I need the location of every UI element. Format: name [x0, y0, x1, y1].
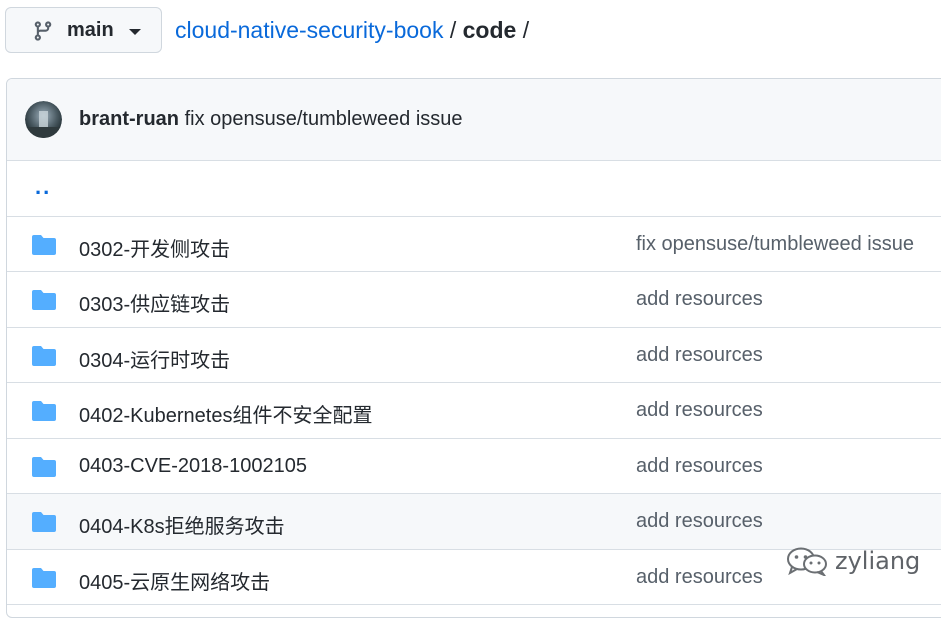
breadcrumb-separator: / [516, 17, 530, 43]
file-commit-message[interactable]: add resources [636, 344, 763, 367]
file-row[interactable]: 0303-供应链攻击 add resources [7, 272, 941, 328]
wechat-icon [787, 547, 827, 576]
breadcrumb-separator: / [443, 17, 463, 43]
watermark-text: zyliang [835, 547, 921, 575]
file-name-link[interactable]: 0302-开发侧攻击 [79, 233, 230, 262]
file-row[interactable]: 0302-开发侧攻击 fix opensuse/tumbleweed issue [7, 217, 941, 272]
branch-select-button[interactable]: main [5, 7, 162, 53]
folder-icon [32, 345, 56, 366]
branch-label: main [67, 19, 114, 41]
parent-directory-link[interactable]: .. [35, 174, 51, 200]
latest-commit-bar: brant-ruan fix opensuse/tumbleweed issue [7, 79, 941, 161]
folder-icon [32, 234, 56, 255]
file-commit-message[interactable]: add resources [636, 566, 763, 589]
file-commit-message[interactable]: add resources [636, 510, 763, 533]
file-row[interactable]: 0304-运行时攻击 add resources [7, 328, 941, 383]
file-listing: brant-ruan fix opensuse/tumbleweed issue… [6, 78, 941, 618]
file-name-link[interactable]: 0303-供应链攻击 [79, 288, 230, 317]
breadcrumb: cloud-native-security-book / code / [175, 17, 529, 44]
file-commit-message[interactable]: fix opensuse/tumbleweed issue [636, 233, 914, 256]
folder-icon [32, 456, 56, 477]
file-name-link[interactable]: 0402-Kubernetes组件不安全配置 [79, 399, 372, 428]
watermark: zyliang [785, 545, 920, 577]
breadcrumb-current-path: code [462, 17, 517, 43]
file-commit-message[interactable]: add resources [636, 399, 763, 422]
file-commit-message[interactable]: add resources [636, 455, 763, 478]
file-name-link[interactable]: 0403-CVE-2018-1002105 [79, 455, 307, 478]
file-name-link[interactable]: 0304-运行时攻击 [79, 344, 230, 373]
folder-icon [32, 401, 56, 421]
folder-icon [32, 567, 56, 588]
file-name-link[interactable]: 0404-K8s拒绝服务攻击 [79, 510, 285, 539]
chevron-down-icon [129, 29, 141, 35]
avatar[interactable] [25, 101, 62, 138]
file-row[interactable]: 0404-K8s拒绝服务攻击 add resources [7, 494, 941, 550]
commit-message[interactable]: fix opensuse/tumbleweed issue [185, 108, 463, 130]
latest-commit-text: brant-ruan fix opensuse/tumbleweed issue [79, 108, 463, 131]
breadcrumb-repo-link[interactable]: cloud-native-security-book [175, 17, 443, 43]
git-branch-icon [34, 21, 52, 41]
commit-author[interactable]: brant-ruan [79, 108, 179, 130]
parent-directory-row[interactable]: .. [7, 161, 941, 217]
file-commit-message[interactable]: add resources [636, 288, 763, 311]
file-name-link[interactable]: 0405-云原生网络攻击 [79, 566, 270, 595]
folder-icon [32, 512, 56, 532]
folder-icon [32, 290, 56, 310]
top-bar: main cloud-native-security-book / code / [0, 0, 941, 64]
file-row[interactable]: 0403-CVE-2018-1002105 add resources [7, 439, 941, 494]
file-row[interactable]: 0402-Kubernetes组件不安全配置 add resources [7, 383, 941, 439]
